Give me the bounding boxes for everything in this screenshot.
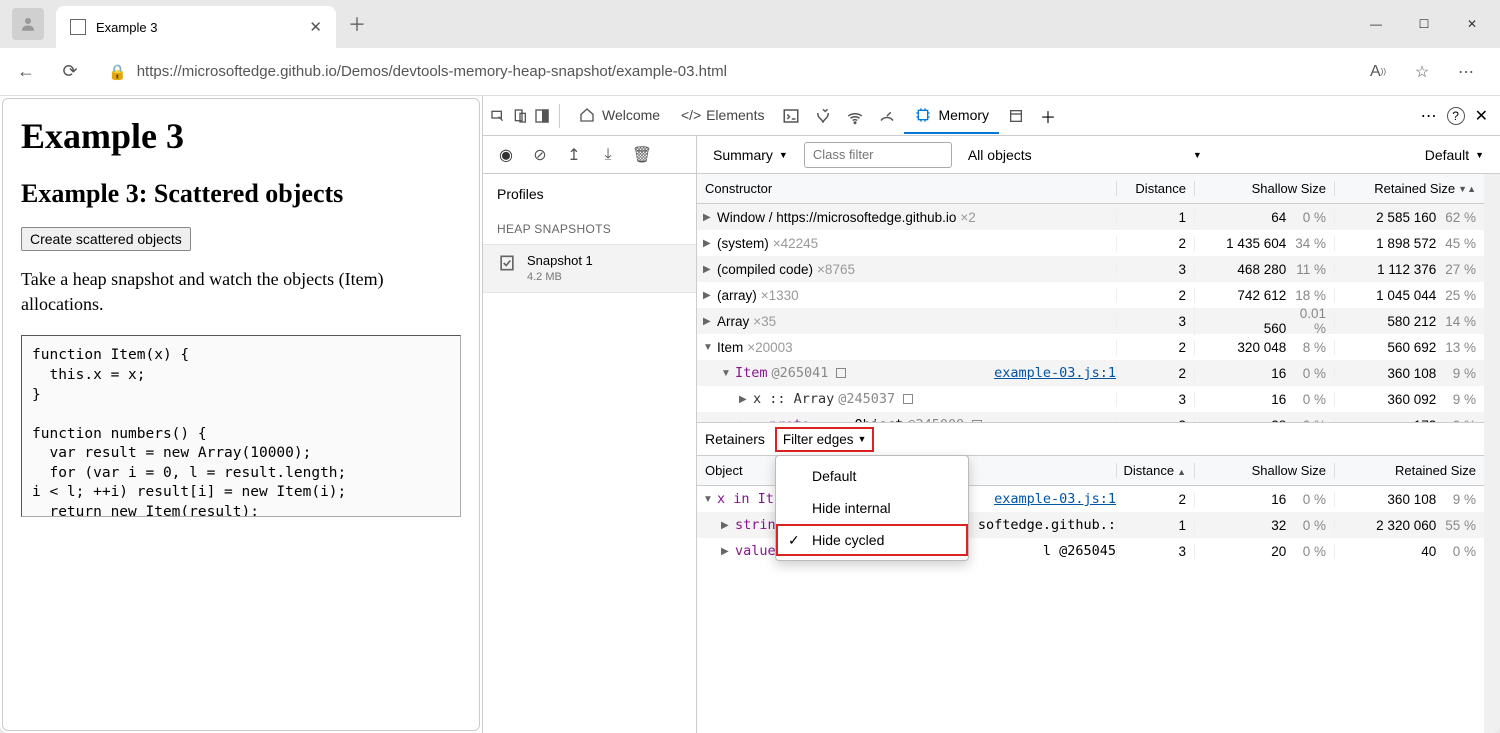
load-button[interactable]: ↥ <box>561 142 587 168</box>
header-distance-2[interactable]: Distance▲ <box>1116 463 1194 478</box>
devtools-more-icon[interactable]: ⋯ <box>1421 106 1437 126</box>
minimize-button[interactable]: ― <box>1354 8 1398 40</box>
console-icon[interactable] <box>782 107 800 125</box>
snapshot-name: Snapshot 1 <box>527 253 593 270</box>
profiles-sidebar: ◉ ⊘ ↥ ⤓ 🗑 Profiles HEAP SNAPSHOTS Snapsh… <box>483 136 697 733</box>
url-text: https://microsoftedge.github.io/Demos/de… <box>137 63 727 80</box>
retainers-label: Retainers <box>705 431 765 447</box>
more-tabs-icon[interactable]: ＋ <box>1039 107 1057 125</box>
view-select[interactable]: Summary ▼ <box>705 143 796 167</box>
tab-title: Example 3 <box>96 20 299 35</box>
expand-icon[interactable] <box>721 368 731 379</box>
sources-icon[interactable] <box>814 107 832 125</box>
address-bar[interactable]: 🔒 https://microsoftedge.github.io/Demos/… <box>96 55 1354 89</box>
expand-icon[interactable] <box>703 212 713 223</box>
snapshots-section-label: HEAP SNAPSHOTS <box>483 214 696 244</box>
page-heading: Example 3 <box>21 115 461 157</box>
device-icon[interactable] <box>511 107 529 125</box>
expand-icon[interactable] <box>703 342 713 353</box>
favorite-icon[interactable]: ☆ <box>1406 56 1438 88</box>
help-icon[interactable]: ? <box>1447 107 1465 125</box>
elements-icon: </> <box>682 106 700 124</box>
network-icon[interactable] <box>846 107 864 125</box>
create-objects-button[interactable]: Create scattered objects <box>21 227 191 251</box>
grouping-select[interactable]: Default ▼ <box>1417 143 1492 167</box>
expand-icon[interactable] <box>703 494 713 505</box>
tab-welcome[interactable]: Welcome <box>568 98 670 134</box>
header-distance[interactable]: Distance <box>1116 181 1194 196</box>
home-icon <box>578 106 596 124</box>
snapshot-item[interactable]: Snapshot 1 4.2 MB <box>483 244 696 293</box>
tab-memory[interactable]: Memory <box>904 98 999 134</box>
record-button[interactable]: ◉ <box>493 142 519 168</box>
lock-icon: 🔒 <box>108 63 127 81</box>
class-filter-input[interactable] <box>804 142 952 168</box>
profiles-title: Profiles <box>483 174 696 214</box>
new-tab-button[interactable]: ＋ <box>348 11 366 37</box>
gc-button[interactable]: 🗑 <box>629 142 655 168</box>
save-button[interactable]: ⤓ <box>595 142 621 168</box>
constructor-row[interactable]: Item ×200032320 048 8 %560 692 13 % <box>697 334 1484 360</box>
header-shallow[interactable]: Shallow Size <box>1194 181 1334 196</box>
close-devtools-icon[interactable]: ✕ <box>1475 106 1488 126</box>
source-link[interactable]: example-03.js:1 <box>994 365 1116 381</box>
expand-icon[interactable] <box>739 394 749 405</box>
expand-icon[interactable] <box>703 238 713 249</box>
expand-icon[interactable] <box>703 316 713 327</box>
expand-icon[interactable] <box>703 264 713 275</box>
expand-icon[interactable] <box>703 290 713 301</box>
expand-icon[interactable] <box>721 546 731 557</box>
header-retained-2[interactable]: Retained Size <box>1334 463 1484 478</box>
page-paragraph: Take a heap snapshot and watch the objec… <box>21 267 461 317</box>
menu-hide-cycled[interactable]: Hide cycled <box>776 524 968 556</box>
application-icon[interactable] <box>1007 107 1025 125</box>
source-link[interactable]: example-03.js:1 <box>994 491 1116 507</box>
tab-elements[interactable]: </> Elements <box>672 98 774 134</box>
header-retained[interactable]: Retained Size▼▲ <box>1334 181 1484 196</box>
constructor-row[interactable]: (array) ×13302742 612 18 %1 045 044 25 % <box>697 282 1484 308</box>
constructor-row[interactable]: __proto__ :: Object @245009328 0 %172 0 … <box>697 412 1484 422</box>
menu-default[interactable]: Default <box>776 460 968 492</box>
page-favicon <box>70 19 86 35</box>
read-aloud-icon[interactable]: A)) <box>1362 56 1394 88</box>
constructor-row[interactable]: Item @265041example-03.js:1216 0 %360 10… <box>697 360 1484 386</box>
constructor-grid-header: Constructor Distance Shallow Size Retain… <box>697 174 1484 204</box>
constructor-row[interactable]: Window / https://microsoftedge.github.io… <box>697 204 1484 230</box>
more-icon[interactable]: ⋯ <box>1450 56 1482 88</box>
expand-icon[interactable] <box>721 520 731 531</box>
constructor-row[interactable]: Array ×353560 0.01 %580 212 14 % <box>697 308 1484 334</box>
inspect-icon[interactable] <box>489 107 507 125</box>
browser-tab[interactable]: Example 3 ✕ <box>56 6 336 48</box>
filter-edges-menu: Default Hide internal Hide cycled <box>775 455 969 561</box>
code-sample[interactable]: function Item(x) { this.x = x; } functio… <box>21 335 461 517</box>
performance-icon[interactable] <box>878 107 896 125</box>
dock-icon[interactable] <box>533 107 551 125</box>
filter-edges-button[interactable]: Filter edges ▼ <box>775 427 874 452</box>
page-content: Example 3 Example 3: Scattered objects C… <box>2 98 480 731</box>
constructor-row[interactable]: (compiled code) ×87653468 280 11 %1 112 … <box>697 256 1484 282</box>
memory-icon <box>914 106 932 124</box>
back-button[interactable]: ← <box>8 54 44 90</box>
constructor-row[interactable]: x :: Array @245037316 0 %360 092 9 % <box>697 386 1484 412</box>
objects-filter-select[interactable]: All objects ▼ <box>960 143 1210 167</box>
clear-button[interactable]: ⊘ <box>527 142 553 168</box>
profile-avatar[interactable] <box>12 8 44 40</box>
constructor-row[interactable]: (system) ×4224521 435 604 34 %1 898 572 … <box>697 230 1484 256</box>
snapshot-icon <box>497 253 517 273</box>
close-tab-icon[interactable]: ✕ <box>309 18 322 36</box>
header-shallow-2[interactable]: Shallow Size <box>1194 463 1334 478</box>
refresh-button[interactable]: ⟳ <box>52 54 88 90</box>
header-constructor[interactable]: Constructor <box>697 181 1116 196</box>
snapshot-size: 4.2 MB <box>527 270 593 284</box>
maximize-button[interactable]: ☐ <box>1402 8 1446 40</box>
close-window-button[interactable]: ✕ <box>1450 8 1494 40</box>
devtools-panel: Welcome </> Elements Memory ＋ ⋯ <box>482 96 1500 733</box>
page-subheading: Example 3: Scattered objects <box>21 179 461 209</box>
menu-hide-internal[interactable]: Hide internal <box>776 492 968 524</box>
